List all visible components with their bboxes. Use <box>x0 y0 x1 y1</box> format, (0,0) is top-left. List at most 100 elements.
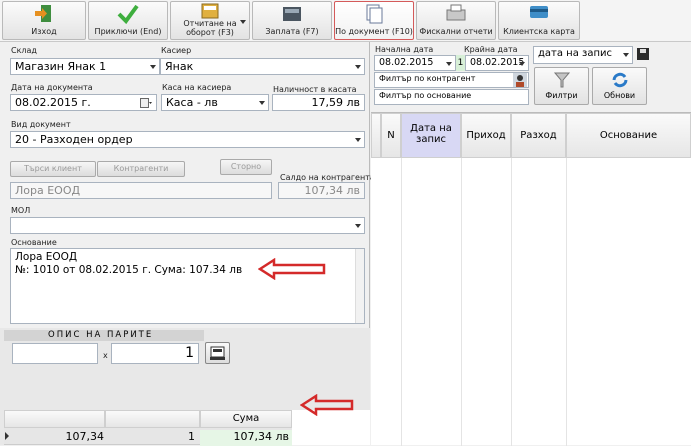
money-title-bar: ОПИС НА ПАРИТЕ <box>4 330 204 341</box>
col-n[interactable]: N <box>381 113 401 158</box>
cash-register-icon <box>210 346 225 360</box>
start-date-value: 08.02.2015 <box>379 57 434 68</box>
storno-label: Сторно <box>230 162 262 171</box>
doc-type-select[interactable]: 20 - Разходен ордер <box>10 131 365 148</box>
save-icon[interactable] <box>636 47 650 61</box>
scrollbar[interactable] <box>355 249 364 323</box>
chevron-down-icon <box>240 20 246 24</box>
chevron-down-icon <box>355 65 361 69</box>
chevron-down-icon <box>355 138 361 142</box>
contragents-label: Контрагенти <box>113 164 169 173</box>
row-pointer-icon <box>5 432 9 440</box>
money-value-input[interactable] <box>12 343 98 364</box>
contragents-button[interactable]: Контрагенти <box>97 161 185 177</box>
cash-available-field: 17,59 лв <box>272 94 365 111</box>
filter-contragent-input[interactable]: Филтър по контрагент <box>374 72 529 88</box>
report-turnover-label: Отчитане на оборот (F3) <box>183 19 237 37</box>
calendar-icon <box>140 98 152 108</box>
card-icon <box>530 6 548 18</box>
red-arrow-icon <box>300 394 354 416</box>
filter-basis-input[interactable]: Филтър по основание <box>374 89 529 105</box>
filter-contragent-label: Филтър по контрагент <box>379 74 476 83</box>
red-arrow-icon <box>258 258 326 280</box>
filters-button[interactable]: Филтри <box>534 67 589 105</box>
report-turnover-button[interactable]: Отчитане на оборот (F3) <box>170 1 250 40</box>
basis-label: Основание <box>11 238 57 247</box>
cashier-cash-value: Каса - лв <box>166 96 218 109</box>
doc-type-value: 20 - Разходен ордер <box>15 133 133 146</box>
chevron-down-icon <box>519 62 525 66</box>
cash-available-label: Наличност в касата <box>273 85 357 94</box>
filters-label: Филтри <box>545 91 578 100</box>
sort-select[interactable]: дата на запис <box>533 46 633 64</box>
doc-date-picker[interactable]: 08.02.2015 г. <box>10 94 157 111</box>
find-client-label: Търси клиент <box>24 164 82 173</box>
cashier-cash-label: Каса на касиера <box>162 83 232 92</box>
row-sum: 107,34 лв <box>200 430 292 446</box>
start-date-label: Начална дата <box>375 45 434 54</box>
start-date-picker[interactable]: 08.02.2015 <box>374 55 456 71</box>
by-document-label: По документ (F10) <box>335 27 413 36</box>
mol-label: МОЛ <box>11 206 31 215</box>
warehouse-select[interactable]: Магазин Янак 1 <box>10 58 160 75</box>
chevron-down-icon <box>446 62 452 66</box>
cashier-cash-select[interactable]: Каса - лв <box>161 94 269 111</box>
end-date-picker[interactable]: 08.02.2015 <box>465 55 529 71</box>
left-panel: Склад Магазин Янак 1 Касиер Янак Дата на… <box>0 42 375 446</box>
col-basis[interactable]: Основание <box>566 113 691 158</box>
find-client-button[interactable]: Търси клиент <box>10 161 96 177</box>
checkmark-icon <box>117 4 139 25</box>
doc-date-label: Дата на документа <box>11 83 93 92</box>
add-money-button[interactable] <box>205 342 230 364</box>
printer-icon <box>446 4 466 21</box>
refresh-button[interactable]: Обнови <box>592 67 647 105</box>
money-section: ОПИС НА ПАРИТЕ x 1 Сума 107,34 1 107,34 … <box>0 328 370 446</box>
money-qty-input[interactable]: 1 <box>111 343 199 364</box>
fiscal-reports-button[interactable]: Фискални отчети <box>416 1 496 40</box>
doc-date-value: 08.02.2015 г. <box>15 96 91 109</box>
contragent-field[interactable]: Лора ЕООД <box>10 182 272 199</box>
cashier-value: Янак <box>165 60 194 73</box>
calculator-icon <box>201 3 219 19</box>
by-document-button[interactable]: По документ (F10) <box>334 1 414 40</box>
records-grid: N Дата на запис Приход Разход Основание <box>371 112 691 446</box>
times-sign: x <box>103 351 108 360</box>
toolbar: Изход Приключи (End) Отчитане на оборот … <box>0 0 691 42</box>
col-date[interactable]: Дата на запис <box>401 113 461 158</box>
salary-label: Заплата (F7) <box>265 27 319 36</box>
person-icon[interactable] <box>513 73 527 87</box>
exit-door-icon <box>35 5 51 22</box>
fiscal-reports-label: Фискални отчети <box>419 27 493 36</box>
storno-button[interactable]: Сторно <box>220 159 272 175</box>
close-button[interactable]: Приключи (End) <box>88 1 168 40</box>
exit-label: Изход <box>31 27 57 36</box>
col-divider <box>566 158 567 446</box>
client-card-button[interactable]: Клиентска карта <box>498 1 580 40</box>
right-panel: Начална дата 08.02.2015 1 Крайна дата 08… <box>371 42 691 446</box>
balance-field: 107,34 лв <box>278 182 365 199</box>
col-income[interactable]: Приход <box>461 113 511 158</box>
documents-icon <box>366 4 383 24</box>
day-count: 1 <box>456 55 465 71</box>
cash-register-icon <box>283 7 301 21</box>
doc-type-label: Вид документ <box>11 120 71 129</box>
funnel-icon <box>553 72 570 88</box>
money-row[interactable]: 107,34 1 107,34 лв <box>4 428 292 446</box>
balance-label: Салдо на контрагента <box>280 173 375 182</box>
mol-select[interactable] <box>10 217 365 234</box>
end-date-label: Крайна дата <box>464 45 518 54</box>
grid-header-blank-1 <box>4 410 105 428</box>
cashier-label: Касиер <box>161 46 192 55</box>
close-label: Приключи (End) <box>94 27 162 36</box>
col-divider <box>461 158 462 446</box>
end-date-value: 08.02.2015 <box>470 57 525 68</box>
client-card-label: Клиентска карта <box>503 27 575 36</box>
chevron-down-icon <box>355 224 361 228</box>
col-expense[interactable]: Разход <box>511 113 566 158</box>
exit-button[interactable]: Изход <box>2 1 86 40</box>
chevron-down-icon <box>259 101 265 105</box>
grid-row-marker-header <box>371 113 381 158</box>
sort-value: дата на запис <box>538 48 612 59</box>
salary-button[interactable]: Заплата (F7) <box>252 1 332 40</box>
cashier-select[interactable]: Янак <box>160 58 365 75</box>
